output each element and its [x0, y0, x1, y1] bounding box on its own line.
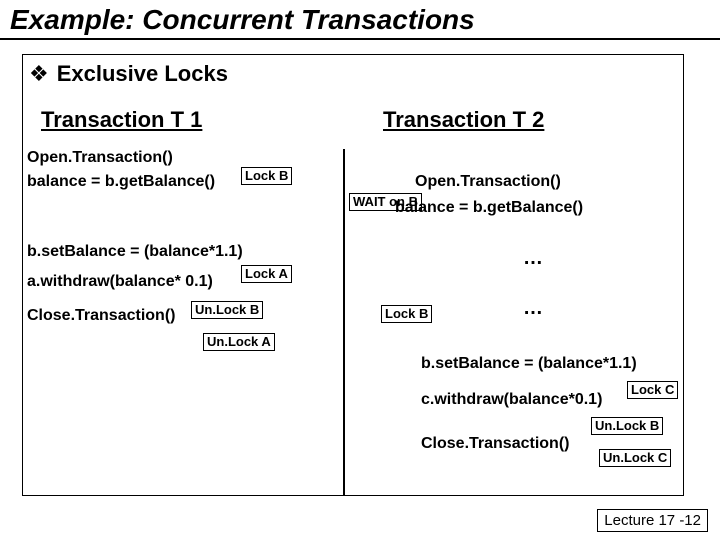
slide-title: Example: Concurrent Transactions: [0, 0, 720, 40]
t2-ellipsis-2: …: [523, 297, 543, 320]
t2-header: Transaction T 2: [383, 107, 544, 133]
t1-header: Transaction T 1: [41, 107, 202, 133]
t2-lock-c: Lock C: [627, 381, 678, 399]
t1-getbalance: balance = b.getBalance(): [27, 173, 215, 191]
t2-withdraw: c.withdraw(balance*0.1): [421, 391, 602, 409]
t2-open: Open.Transaction(): [415, 173, 561, 191]
t1-open: Open.Transaction(): [27, 149, 173, 167]
t1-withdraw: a.withdraw(balance* 0.1): [27, 273, 213, 291]
t1-close: Close.Transaction(): [27, 307, 175, 325]
t1-lock-a: Lock A: [241, 265, 292, 283]
content-frame: ❖ Exclusive Locks Transaction T 1 Transa…: [22, 54, 684, 496]
timeline-divider: [343, 149, 345, 495]
t2-unlock-c: Un.Lock C: [599, 449, 671, 467]
t1-unlock-a: Un.Lock A: [203, 333, 275, 351]
t2-ellipsis-1: …: [523, 247, 543, 270]
t2-setbalance: b.setBalance = (balance*1.1): [421, 355, 637, 373]
t1-setbalance: b.setBalance = (balance*1.1): [27, 243, 243, 261]
t2-close: Close.Transaction(): [421, 435, 569, 453]
bullet-text: Exclusive Locks: [57, 61, 228, 87]
t2-lock-b: Lock B: [381, 305, 432, 323]
t1-unlock-b: Un.Lock B: [191, 301, 263, 319]
lecture-footer: Lecture 17 -12: [597, 509, 708, 532]
bullet-row: ❖ Exclusive Locks: [29, 61, 228, 87]
diamond-icon: ❖: [29, 61, 49, 87]
t2-getbalance: balance = b.getBalance(): [395, 199, 583, 217]
t1-lock-b: Lock B: [241, 167, 292, 185]
t2-unlock-b: Un.Lock B: [591, 417, 663, 435]
